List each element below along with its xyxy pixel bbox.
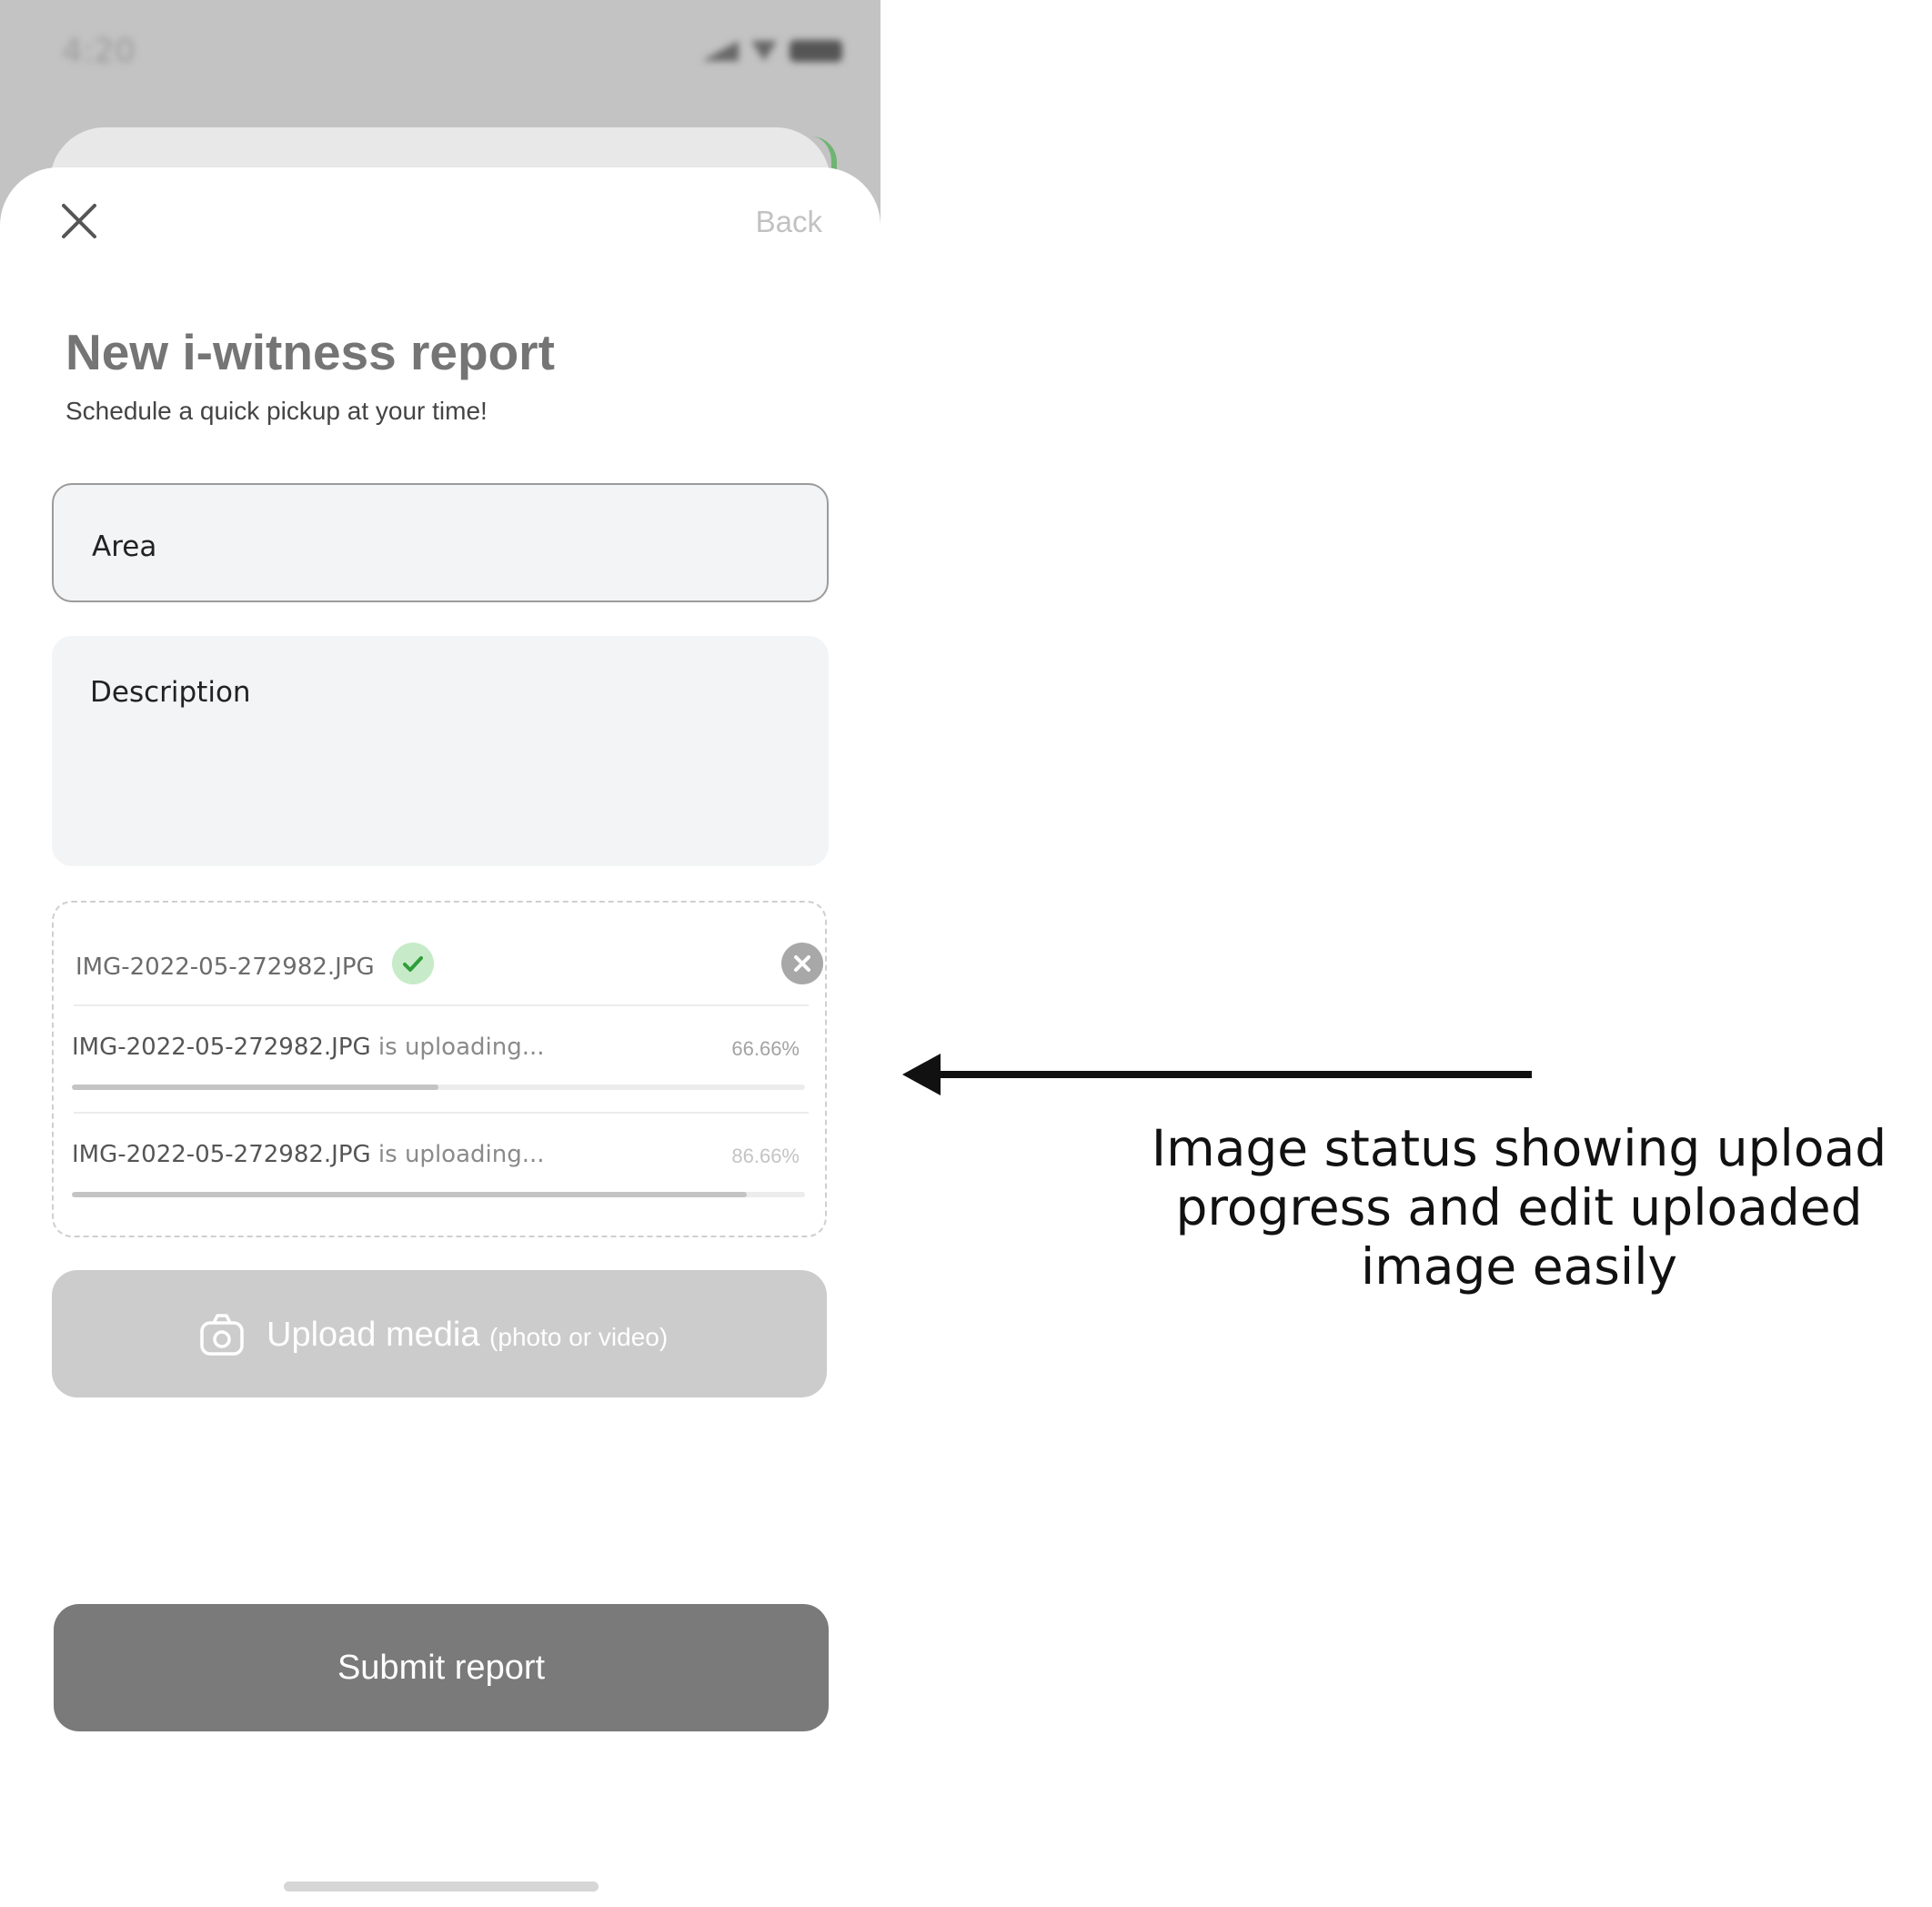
uploading-text: IMG-2022-05-272982.JPG is uploading... [72, 1034, 545, 1061]
wifi-icon [751, 41, 777, 61]
close-icon[interactable] [60, 202, 98, 240]
back-link[interactable]: Back [756, 205, 822, 239]
home-indicator [284, 1882, 599, 1892]
submit-report-button[interactable]: Submit report [54, 1604, 829, 1731]
description-field[interactable]: Description [52, 636, 829, 866]
upload-completed-item: IMG-2022-05-272982.JPG [75, 941, 823, 995]
uploading-status: is uploading... [377, 1141, 545, 1168]
upload-media-button[interactable]: Upload media (photo or video) [52, 1270, 827, 1397]
signal-icon [702, 41, 739, 61]
upload-percent: 86.66% [731, 1145, 800, 1167]
status-bar: 4:20 [0, 0, 880, 100]
upload-media-text: Upload media [267, 1316, 480, 1354]
upload-media-label: Upload media (photo or video) [267, 1316, 668, 1355]
status-icons [702, 40, 842, 62]
description-field-label: Description [90, 676, 251, 709]
canvas: 4:20 Back New i-witness report Schedule … [0, 0, 1932, 1907]
progress-track [72, 1085, 805, 1090]
status-time: 4:20 [62, 33, 136, 70]
divider [74, 1112, 809, 1114]
uploading-text: IMG-2022-05-272982.JPG is uploading... [72, 1141, 545, 1168]
uploading-filename: IMG-2022-05-272982.JPG [72, 1141, 371, 1168]
page-subtitle: Schedule a quick pickup at your time! [65, 397, 488, 425]
progress-fill [72, 1085, 438, 1090]
area-field[interactable]: Area [52, 483, 829, 602]
annotation-text: Image status showing upload progress and… [1151, 1119, 1887, 1296]
progress-track [72, 1192, 805, 1197]
page-title: New i-witness report [65, 324, 555, 380]
uploading-status: is uploading... [377, 1034, 545, 1061]
camera-icon [199, 1312, 245, 1357]
divider [74, 1004, 809, 1006]
remove-upload-icon[interactable] [781, 943, 823, 984]
annotation-arrow [902, 1052, 1532, 1097]
area-field-label: Area [92, 530, 157, 563]
upload-progress-item: IMG-2022-05-272982.JPG is uploading... 8… [72, 1141, 809, 1214]
progress-fill [72, 1192, 747, 1197]
uploaded-filename: IMG-2022-05-272982.JPG [75, 954, 375, 981]
battery-icon [790, 40, 842, 62]
check-icon [392, 943, 434, 984]
upload-status-panel: IMG-2022-05-272982.JPG IMG-2022-05-27298… [52, 901, 827, 1237]
upload-percent: 66.66% [731, 1037, 800, 1060]
upload-media-hint: (photo or video) [489, 1323, 669, 1351]
uploading-filename: IMG-2022-05-272982.JPG [72, 1034, 371, 1061]
upload-progress-item: IMG-2022-05-272982.JPG is uploading... 6… [72, 1034, 809, 1106]
